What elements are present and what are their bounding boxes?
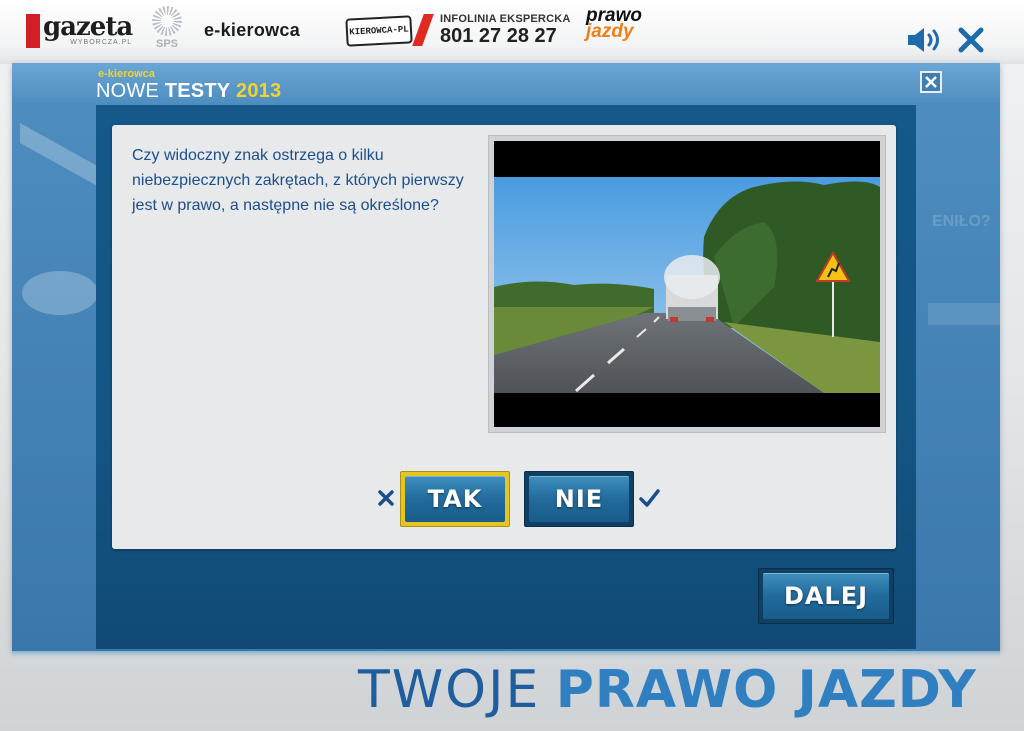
question-panel: Czy widoczny znak ostrzega o kilku niebe… — [96, 105, 916, 649]
kierowca-plate-logo[interactable]: KIEROWCA-PL — [345, 15, 413, 47]
gazeta-logo-mark — [26, 14, 40, 48]
top-header: gazeta WYBORCZA.PL SPS e-kierowca KIEROW… — [0, 0, 1024, 64]
slogan-bold: PRAWO JAZDY — [555, 660, 977, 720]
brand-year: 2013 — [236, 80, 282, 102]
close-icon[interactable] — [956, 25, 986, 55]
speaker-icon[interactable] — [906, 26, 946, 54]
ekierowca-logo[interactable]: e-kierowca — [204, 20, 300, 41]
check-mark-icon — [639, 489, 660, 507]
slogan: TWOJE PRAWO JAZDY — [358, 658, 1008, 722]
nowe-testy-brand: e-kierowca NOWE TESTY 2013 — [96, 68, 282, 102]
gazeta-logo[interactable]: gazeta WYBORCZA.PL — [26, 12, 133, 52]
answer-nie-button[interactable]: NIE — [524, 471, 634, 527]
infolinia-slash — [412, 14, 434, 47]
road-scene-image — [494, 177, 880, 393]
gazeta-logo-text: gazeta — [43, 12, 133, 42]
close-box-icon — [925, 76, 937, 88]
plate-logo-text: KIEROWCA-PL — [349, 24, 409, 38]
modal-close-button[interactable] — [920, 71, 942, 93]
prawo-jazdy-logo[interactable]: prawo jazdy — [586, 6, 642, 43]
next-button[interactable]: DALEJ — [758, 568, 894, 624]
brand-nowe: NOWE — [96, 80, 160, 102]
answer-tak-label: TAK — [427, 485, 483, 513]
slogan-light: TWOJE — [358, 660, 541, 720]
answer-nie-label: NIE — [554, 485, 604, 513]
next-button-label: DALEJ — [783, 582, 869, 610]
sps-logo-text: SPS — [155, 38, 178, 50]
video-frame[interactable] — [488, 135, 886, 433]
background-ghost-bar — [928, 303, 1000, 325]
infolinia-label: INFOLINIA EKSPERCKA — [440, 13, 571, 25]
infolinia-number: 801 27 28 27 — [440, 24, 557, 47]
brand-testy: TESTY — [164, 80, 231, 102]
video-player[interactable] — [494, 141, 880, 427]
background-ghost-text: ENIŁO? — [932, 213, 991, 230]
sps-logo-mark — [152, 6, 182, 36]
question-text: Czy widoczny znak ostrzega o kilku niebe… — [132, 147, 464, 214]
question-card: Czy widoczny znak ostrzega o kilku niebe… — [112, 125, 896, 549]
app-frame: ENIŁO? e-kierowca NOWE TESTY 2013 Czy wi… — [12, 63, 1000, 657]
cross-mark-icon — [378, 490, 394, 506]
sps-logo[interactable]: SPS — [148, 6, 186, 58]
brand-ekierowca: e-kierowca — [98, 68, 155, 80]
infolinia-block: INFOLINIA EKSPERCKA 801 27 28 27 — [412, 13, 571, 47]
frame-bottom-line — [12, 651, 1000, 657]
prawo-logo-bottom: jazdy — [586, 21, 634, 43]
answer-tak-button[interactable]: TAK — [400, 471, 510, 527]
answer-row: TAK NIE — [112, 471, 896, 527]
